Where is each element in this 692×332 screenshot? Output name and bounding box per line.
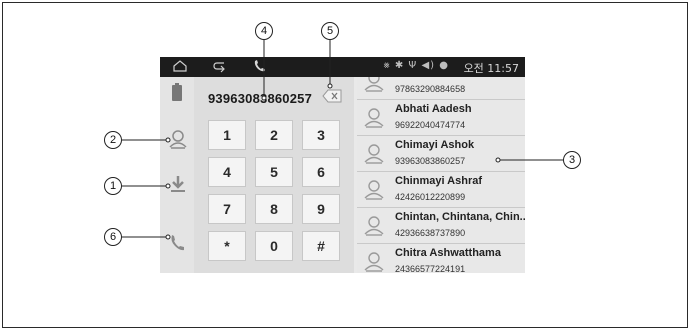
callout-6: 6	[104, 228, 122, 246]
callout-3: 3	[563, 151, 581, 169]
callout-2: 2	[104, 131, 122, 149]
callout-4: 4	[255, 22, 273, 40]
callout-5: 5	[321, 22, 339, 40]
callout-1: 1	[104, 177, 122, 195]
callout-leader-lines	[122, 40, 563, 240]
